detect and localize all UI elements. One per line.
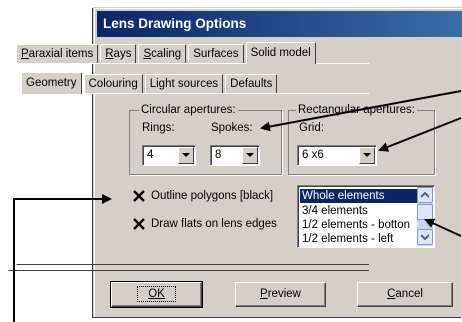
list-item[interactable]: 1/2 elements - botton	[300, 218, 418, 232]
preview-button-label: Preview	[260, 288, 301, 300]
tab-light-sources-label: Light sources	[149, 78, 219, 90]
tab-rays-label: ays	[113, 48, 132, 60]
scroll-thumb[interactable]	[417, 204, 433, 220]
spokes-dropdown-button[interactable]	[242, 147, 258, 164]
rings-value: 4	[147, 149, 154, 161]
ok-button-label: OK	[137, 286, 176, 302]
circular-apertures-label: Circular apertures:	[139, 104, 238, 117]
tab-solid-model[interactable]: Solid model	[245, 42, 316, 64]
tab-colouring[interactable]: Colouring	[83, 74, 143, 93]
outline-polygons-checkbox[interactable]: Outline polygons [black]	[133, 190, 273, 202]
tab-paraxial-items[interactable]: Paraxial items	[16, 44, 99, 63]
grid-dropdown[interactable]: 6 x6	[297, 145, 377, 166]
tab-colouring-label: Colouring	[88, 78, 138, 90]
rectangular-apertures-label: Rectangular apertures:	[296, 104, 417, 117]
tab-scaling[interactable]: Scaling	[138, 44, 187, 63]
list-item[interactable]: Whole elements	[300, 189, 418, 203]
spokes-value: 8	[215, 149, 222, 161]
grid-dropdown-button[interactable]	[359, 147, 375, 164]
tab-defaults[interactable]: Defaults	[225, 74, 278, 93]
tab-paraxial-items-label: araxial items	[28, 48, 94, 60]
cancel-button[interactable]: Cancel	[357, 282, 453, 307]
tab-surfaces-label: Surfaces	[193, 48, 239, 60]
tab-defaults-label: Defaults	[230, 78, 273, 90]
rings-label: Rings:	[142, 122, 175, 134]
tab-surfaces[interactable]: Surfaces	[188, 44, 244, 63]
tab-scaling-label: caling	[151, 48, 182, 60]
tab-geometry[interactable]: Geometry	[21, 72, 82, 94]
spokes-label: Spokes:	[211, 122, 253, 134]
inner-tab-strip: Geometry Colouring Light sources Default…	[21, 72, 279, 94]
rings-dropdown[interactable]: 4	[142, 145, 196, 166]
grid-value: 6 x6	[302, 149, 324, 161]
list-item[interactable]: 3/4 elements	[300, 204, 418, 218]
draw-flats-label: Draw flats on lens edges	[151, 218, 277, 230]
dropdown-arrow-icon	[363, 153, 371, 157]
rings-dropdown-button[interactable]	[178, 147, 194, 164]
tab-light-sources[interactable]: Light sources	[144, 74, 224, 93]
dialog-title: Lens Drawing Options	[97, 11, 462, 37]
cancel-button-label: Cancel	[387, 288, 423, 300]
ok-button[interactable]: OK	[110, 281, 203, 308]
scroll-up-icon	[421, 192, 429, 198]
draw-flats-checkbox[interactable]: Draw flats on lens edges	[133, 218, 277, 230]
element-portion-list[interactable]: Whole elements 3/4 elements 1/2 elements…	[297, 185, 435, 248]
scroll-up-button[interactable]	[417, 187, 433, 203]
preview-button[interactable]: Preview	[235, 282, 326, 307]
outline-polygons-label: Outline polygons [black]	[151, 190, 274, 202]
scroll-down-button[interactable]	[417, 229, 433, 245]
tab-geometry-label: Geometry	[26, 77, 77, 89]
tab-rays[interactable]: Rays	[100, 44, 137, 63]
list-item[interactable]: 1/2 elements - left	[300, 232, 418, 246]
grid-label: Grid:	[299, 122, 324, 134]
checkmark-icon[interactable]	[133, 218, 145, 230]
outer-tab-strip: Paraxial items Rays Scaling Surfaces Sol…	[16, 42, 318, 64]
scroll-down-icon	[421, 234, 429, 240]
tab-solid-model-label: Solid model	[250, 47, 311, 59]
spokes-dropdown[interactable]: 8	[210, 145, 260, 166]
dropdown-arrow-icon	[246, 153, 254, 157]
dropdown-arrow-icon	[182, 153, 190, 157]
checkmark-icon[interactable]	[133, 190, 145, 202]
list-scrollbar[interactable]	[417, 187, 433, 246]
